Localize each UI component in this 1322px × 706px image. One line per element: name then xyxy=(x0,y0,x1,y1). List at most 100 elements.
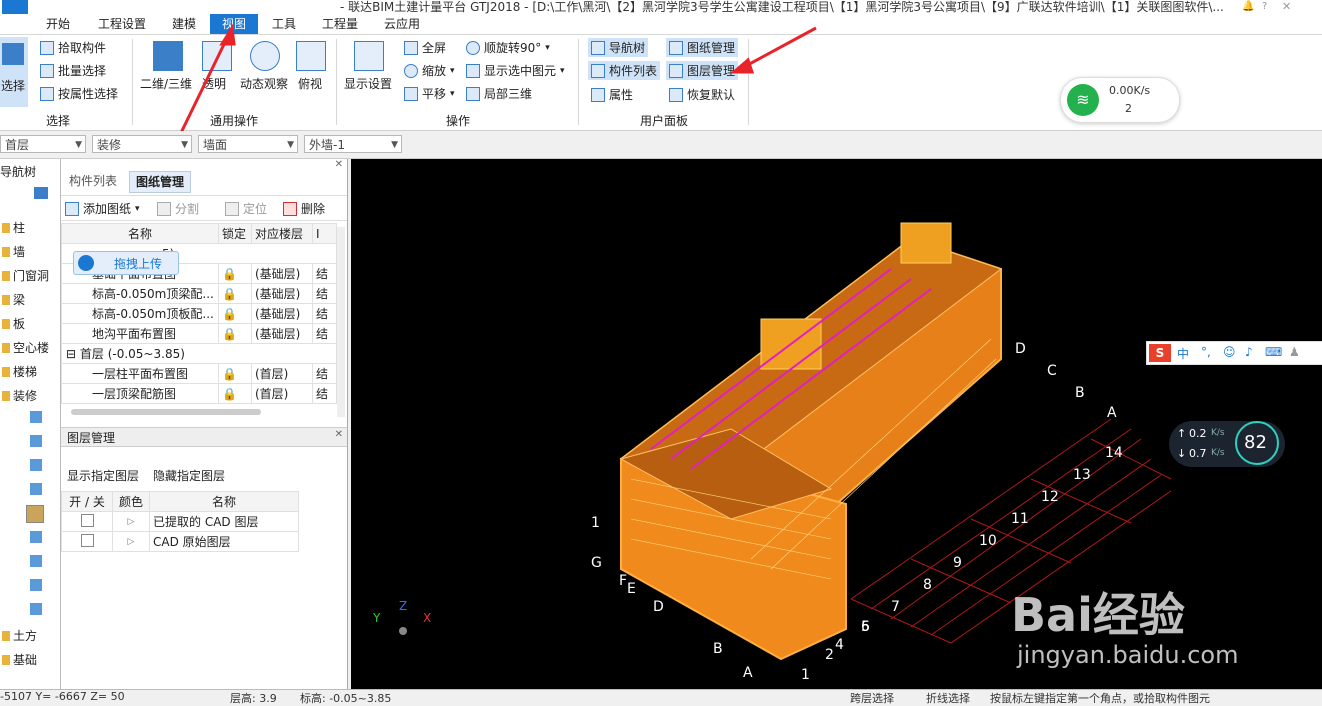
nav-item-column[interactable]: 柱 xyxy=(2,219,25,236)
table-row[interactable]: ▷ 已提取的 CAD 图层 xyxy=(61,511,299,532)
roof-icon[interactable] xyxy=(30,603,42,615)
axis-label-1-left: 1 xyxy=(591,515,600,531)
type-select[interactable]: 墙面 ▼ xyxy=(198,135,298,153)
folder-icon xyxy=(2,246,10,257)
axis-label-a-bottom: A xyxy=(743,665,753,681)
lock-icon[interactable]: 🔒 xyxy=(218,383,252,404)
collapse-icon[interactable]: ⊟ xyxy=(66,347,76,361)
axis-label-9: 9 xyxy=(953,555,962,571)
axis-label-e: E xyxy=(627,581,636,597)
floor-select[interactable]: 首层 ▼ xyxy=(0,135,86,153)
floor-icon[interactable] xyxy=(30,411,42,423)
axis-label-10: 10 xyxy=(979,533,997,549)
table-row[interactable]: ▷ CAD 原始图层 xyxy=(61,531,299,552)
origin-icon xyxy=(399,627,407,635)
folder-icon xyxy=(2,318,10,329)
ceiling-icon[interactable] xyxy=(30,435,42,447)
locate-button[interactable]: 定位 xyxy=(225,200,267,217)
folder-icon xyxy=(2,270,10,281)
layer-toggle-checkbox[interactable] xyxy=(80,533,94,547)
nav-item-hollow-slab[interactable]: 空心楼 xyxy=(2,339,49,356)
nav-item-door-window[interactable]: 门窗洞 xyxy=(2,267,49,284)
nav-item-decoration[interactable]: 装修 xyxy=(2,387,37,404)
locate-icon xyxy=(225,201,239,216)
table-row[interactable]: 标高-0.050m顶板配... 🔒 (基础层) 结 xyxy=(61,303,337,324)
folder-icon xyxy=(2,366,10,377)
tab-component-list[interactable]: 构件列表 xyxy=(63,171,123,191)
tab-drawing-mgmt[interactable]: 图纸管理 xyxy=(129,171,192,193)
mic-icon[interactable]: ♪ xyxy=(1245,345,1253,359)
vertical-scrollbar[interactable] xyxy=(337,227,345,417)
layer-toggle-checkbox[interactable] xyxy=(80,513,94,527)
xyz-gizmo: Y Z X xyxy=(373,599,433,639)
baseboard-icon[interactable] xyxy=(30,459,42,471)
axis-label-13: 13 xyxy=(1073,467,1091,483)
column-face-icon[interactable] xyxy=(30,531,42,543)
nav-list-icon[interactable] xyxy=(34,187,48,199)
3d-viewport[interactable]: D C B A 14 13 12 11 10 9 8 7 6 5 4 1 G F… xyxy=(351,159,1322,689)
axis-label-c-top: C xyxy=(1047,363,1057,379)
axis-label-1-bottom: 1 xyxy=(801,667,810,683)
lock-icon[interactable]: 🔒 xyxy=(218,263,252,284)
expand-icon[interactable]: ▷ xyxy=(112,531,150,552)
lock-icon[interactable]: 🔒 xyxy=(218,323,252,344)
table-row-group[interactable]: ⊟ 首层 (-0.05~3.85) xyxy=(61,343,337,364)
drawing-toolbar: 添加图纸 ▾ 分割 定位 删除 xyxy=(61,195,347,221)
nav-item-beam[interactable]: 梁 xyxy=(2,291,25,308)
wall-skirt-icon[interactable] xyxy=(30,483,42,495)
nav-item-stair[interactable]: 楼梯 xyxy=(2,363,37,380)
layer-table: 开 / 关 颜色 名称 ▷ 已提取的 CAD 图层 ▷ CAD 原始图层 xyxy=(61,491,299,552)
folder-icon xyxy=(2,654,10,665)
wall-face-icon[interactable] xyxy=(26,505,44,523)
speed-unit: K/s xyxy=(1211,428,1225,438)
status-hint: 按鼠标左键指定第一个角点，或拾取构件图元 xyxy=(990,692,1210,705)
nav-item-foundation[interactable]: 基础 xyxy=(2,651,37,668)
table-row[interactable]: 地沟平面布置图 🔒 (基础层) 结 xyxy=(61,323,337,344)
axis-label-7: 7 xyxy=(891,599,900,615)
close-icon[interactable]: ✕ xyxy=(335,159,343,170)
nav-item-slab[interactable]: 板 xyxy=(2,315,25,332)
axis-label-d-top: D xyxy=(1015,341,1026,357)
chevron-down-icon: ▼ xyxy=(181,140,188,150)
category-select[interactable]: 装修 ▼ xyxy=(92,135,192,153)
nav-item-earthwork[interactable]: 土方 xyxy=(2,627,37,644)
punct-icon[interactable]: °, xyxy=(1201,345,1211,359)
lock-icon[interactable]: 🔒 xyxy=(218,363,252,384)
delete-button[interactable]: 删除 xyxy=(283,200,325,217)
show-layer-button[interactable]: 显示指定图层 xyxy=(67,467,139,484)
download-speed: 0.7 xyxy=(1189,447,1207,460)
status-bar: -5107 Y= -6667 Z= 50 层高: 3.9 标高: -0.05~3… xyxy=(0,689,1322,706)
item-select[interactable]: 外墙-1 ▼ xyxy=(304,135,402,153)
expand-icon[interactable]: ▷ xyxy=(112,511,150,532)
close-icon[interactable]: ✕ xyxy=(335,429,343,440)
x-axis-icon: X xyxy=(423,611,432,625)
ime-lang-icon[interactable]: 中 xyxy=(1177,345,1189,362)
upload-speed-icon: ↑ xyxy=(1177,427,1187,440)
speed-widget[interactable]: ↑ 0.2 K/s ↓ 0.7 K/s 82 xyxy=(1169,421,1285,467)
axis-label-d-bottom: D xyxy=(653,599,664,615)
lock-icon[interactable]: 🔒 xyxy=(218,303,252,324)
nav-item-wall[interactable]: 墙 xyxy=(2,243,25,260)
table-row[interactable]: 一层柱平面布置图 🔒 (首层) 结 xyxy=(61,363,337,384)
roof-tower xyxy=(900,222,952,264)
emoji-icon[interactable]: ☺ xyxy=(1223,345,1236,359)
user-icon[interactable]: ♟ xyxy=(1289,345,1300,359)
horizontal-scrollbar[interactable] xyxy=(71,409,261,415)
beam-face-icon[interactable] xyxy=(30,555,42,567)
nav-tree-title: 导航树 xyxy=(0,165,37,179)
split-button[interactable]: 分割 xyxy=(157,200,199,217)
hide-layer-button[interactable]: 隐藏指定图层 xyxy=(153,467,225,484)
lock-icon[interactable]: 🔒 xyxy=(218,283,252,304)
ime-toolbar[interactable]: S 中 °, ☺ ♪ ⌨ ♟ xyxy=(1146,341,1322,365)
add-drawing-button[interactable]: 添加图纸 ▾ xyxy=(65,200,140,217)
folder-icon xyxy=(2,342,10,353)
table-row[interactable]: 标高-0.050m顶梁配... 🔒 (基础层) 结 xyxy=(61,283,337,304)
table-row[interactable]: 一层顶梁配筋图 🔒 (首层) 结 xyxy=(61,383,337,404)
chevron-down-icon: ▼ xyxy=(287,140,294,150)
upload-badge[interactable]: 拖拽上传 xyxy=(73,251,179,275)
polyline-select-button[interactable]: 折线选择 xyxy=(926,690,970,706)
room-icon[interactable] xyxy=(30,579,42,591)
cross-floor-select-button[interactable]: 跨层选择 xyxy=(850,690,894,706)
status-elevation: 标高: -0.05~3.85 xyxy=(300,692,392,705)
keyboard-icon[interactable]: ⌨ xyxy=(1265,345,1282,359)
